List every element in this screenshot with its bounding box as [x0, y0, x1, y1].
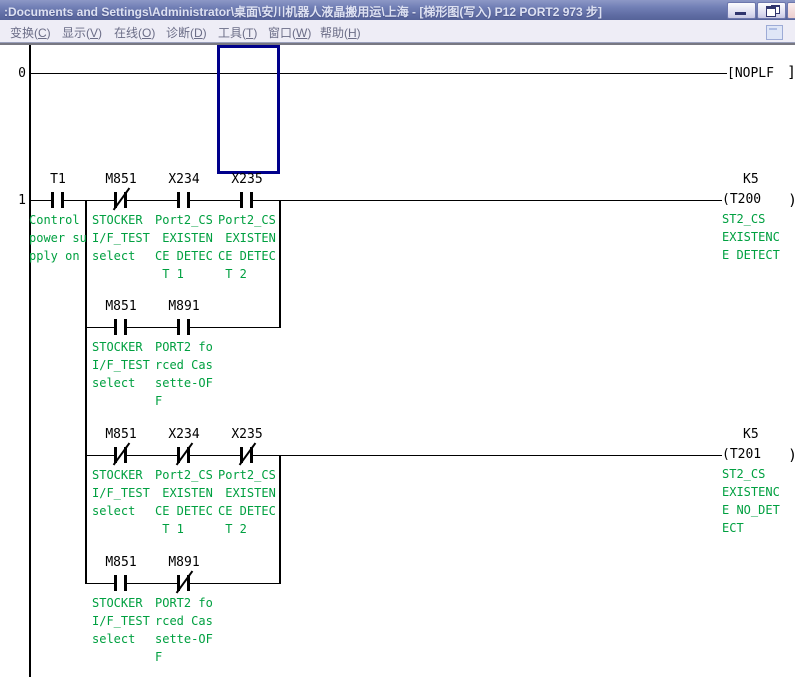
- ladder-editor[interactable]: 0 1 [NOPLF ] T1 Control power su pply on…: [0, 43, 795, 677]
- no-contact-icon: [114, 319, 127, 335]
- device-comment: STOCKER I/F_TEST select: [92, 594, 150, 648]
- wire-merge-vertical-2: [279, 455, 281, 584]
- device-comment: Control power su pply on: [29, 211, 87, 265]
- device-label: X235: [216, 427, 278, 442]
- device-comment: STOCKER I/F_TEST select: [92, 338, 150, 392]
- device-label: M851: [90, 299, 152, 314]
- device-label: M851: [90, 172, 152, 187]
- restore-icon: [766, 6, 776, 17]
- menu-item-window[interactable]: 窗口(W): [268, 24, 311, 41]
- menu-item-diagnostics[interactable]: 诊断(D): [166, 24, 207, 41]
- wire-rung0: [31, 73, 727, 74]
- title-bar: :Documents and Settings\Administrator\桌面…: [0, 0, 795, 20]
- rung-number-0: 0: [4, 66, 26, 81]
- device-label: M891: [153, 555, 215, 570]
- no-contact-icon: [114, 575, 127, 591]
- coil-device: (T200: [722, 192, 761, 207]
- clipped-bracket-rung0: ]: [787, 63, 795, 83]
- selection-cursor[interactable]: [217, 45, 280, 174]
- window-title: :Documents and Settings\Administrator\桌面…: [4, 3, 602, 20]
- device-label: M891: [153, 299, 215, 314]
- minimize-icon: [735, 12, 746, 15]
- clipped-paren-row1: ): [788, 191, 795, 211]
- no-contact-icon: [177, 192, 190, 208]
- close-button[interactable]: [787, 2, 795, 19]
- rung-number-1: 1: [4, 193, 26, 208]
- coil-comment: ST2_CS EXISTENC E NO_DET ECT: [722, 465, 780, 537]
- restore-button[interactable]: [757, 2, 786, 19]
- device-label: X234: [153, 427, 215, 442]
- menu-item-convert[interactable]: 变换(C): [10, 24, 51, 41]
- device-comment: Port2_CS EXISTEN CE DETEC T 1: [155, 466, 213, 538]
- device-comment: STOCKER I/F_TEST select: [92, 466, 150, 520]
- no-contact-icon: [177, 319, 190, 335]
- wire-merge-vertical-1: [279, 200, 281, 328]
- menu-item-tools[interactable]: 工具(T): [218, 24, 257, 41]
- timer-constant: K5: [743, 172, 759, 187]
- coil-comment: ST2_CS EXISTENC E DETECT: [722, 210, 780, 264]
- device-comment: STOCKER I/F_TEST select: [92, 211, 150, 265]
- menu-item-help[interactable]: 帮助(H): [320, 24, 361, 41]
- minimize-button[interactable]: [727, 2, 756, 19]
- wire-rung1-row1: [31, 200, 722, 201]
- no-contact-icon: [51, 192, 64, 208]
- device-comment: Port2_CS EXISTEN CE DETEC T 2: [218, 466, 276, 538]
- menu-item-online[interactable]: 在线(O): [114, 24, 155, 41]
- device-label: M851: [90, 555, 152, 570]
- mdi-child-icon: [769, 28, 777, 30]
- mdi-child-button[interactable]: [766, 25, 783, 40]
- instruction-noplf[interactable]: [NOPLF: [727, 66, 774, 81]
- menu-bar: 变换(C) 显示(V) 在线(O) 诊断(D) 工具(T) 窗口(W) 帮助(H…: [0, 20, 795, 43]
- left-power-rail: [29, 45, 31, 677]
- device-comment: PORT2 fo rced Cas sette-OF F: [155, 338, 213, 410]
- device-label: X234: [153, 172, 215, 187]
- no-contact-icon: [240, 192, 253, 208]
- coil-device: (T201: [722, 447, 761, 462]
- device-comment: Port2_CS EXISTEN CE DETEC T 1: [155, 211, 213, 283]
- device-label: M851: [90, 427, 152, 442]
- device-comment: Port2_CS EXISTEN CE DETEC T 2: [218, 211, 276, 283]
- timer-constant: K5: [743, 427, 759, 442]
- device-label: X235: [216, 172, 278, 187]
- ladder-top-separator: [0, 43, 795, 45]
- device-label: T1: [27, 172, 89, 187]
- menu-item-display[interactable]: 显示(V): [62, 24, 102, 41]
- clipped-paren-row3: ): [788, 446, 795, 466]
- device-comment: PORT2 fo rced Cas sette-OF F: [155, 594, 213, 666]
